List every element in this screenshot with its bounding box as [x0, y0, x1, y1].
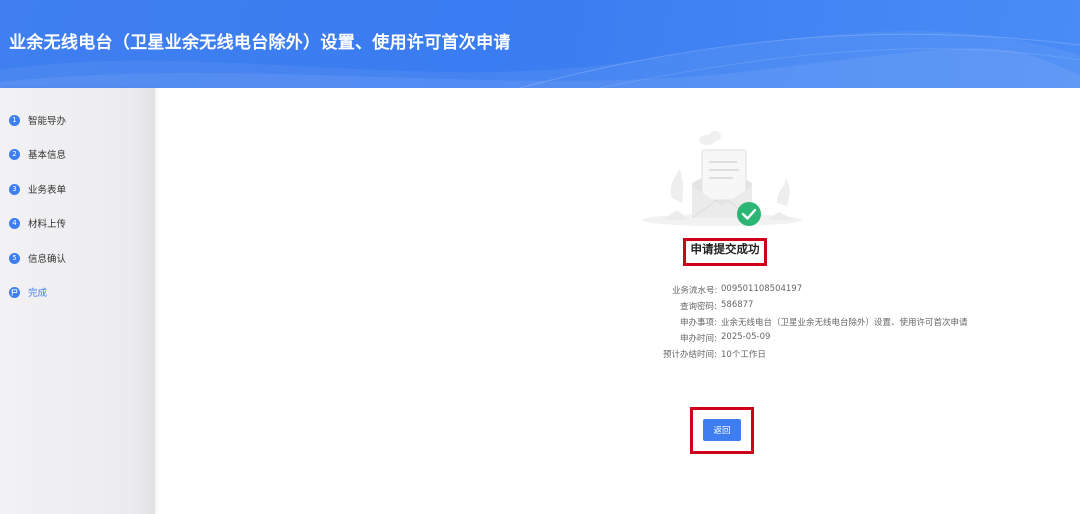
info-value: 009501108504197	[721, 284, 803, 294]
success-title: 申请提交成功	[690, 242, 760, 256]
step-item-material-upload[interactable]: 4 材料上传	[9, 215, 66, 231]
info-key: 申办事项:	[680, 318, 717, 328]
info-key: 查询密码:	[680, 302, 717, 312]
info-value: 2025-05-09	[721, 332, 771, 342]
main-content: 申请提交成功 业务流水号: 009501108504197 查询密码: 5868…	[155, 88, 1080, 514]
step-item-basic-info[interactable]: 2 基本信息	[9, 146, 66, 162]
flag-icon	[9, 286, 20, 298]
step-number-badge: 3	[9, 183, 20, 195]
step-item-guide[interactable]: 1 智能导办	[9, 112, 66, 128]
page-title: 业余无线电台（卫星业余无线电台除外）设置、使用许可首次申请	[9, 33, 511, 53]
step-item-complete[interactable]: 完成	[9, 284, 47, 300]
back-button[interactable]: 返回	[703, 419, 741, 441]
step-label: 材料上传	[28, 219, 67, 230]
step-sidebar: 1 智能导办 2 基本信息 3 业务表单 4 材料上传 5 信息确认 完成	[0, 88, 155, 514]
envelope-success-illustration	[642, 131, 802, 226]
info-value: 10个工作日	[721, 350, 766, 360]
step-label: 智能导办	[28, 116, 67, 127]
step-number-badge: 1	[9, 114, 20, 126]
check-circle-icon	[737, 202, 761, 226]
info-key: 预计办结时间:	[663, 350, 717, 360]
info-key: 业务流水号:	[672, 286, 718, 296]
step-number-badge: 5	[9, 252, 20, 264]
info-value: 586877	[721, 300, 754, 310]
page-header: 业余无线电台（卫星业余无线电台除外）设置、使用许可首次申请	[0, 0, 1080, 88]
step-number-badge: 4	[9, 217, 20, 229]
step-item-info-confirm[interactable]: 5 信息确认	[9, 250, 66, 266]
info-value: 业余无线电台（卫星业余无线电台除外）设置、使用许可首次申请	[721, 318, 968, 328]
step-label: 基本信息	[28, 150, 67, 161]
step-number-badge: 2	[9, 148, 20, 160]
step-item-business-form[interactable]: 3 业务表单	[9, 181, 66, 197]
info-key: 申办时间:	[680, 334, 717, 344]
step-label: 业务表单	[28, 185, 67, 196]
step-label: 信息确认	[28, 254, 67, 265]
step-label: 完成	[28, 288, 48, 299]
